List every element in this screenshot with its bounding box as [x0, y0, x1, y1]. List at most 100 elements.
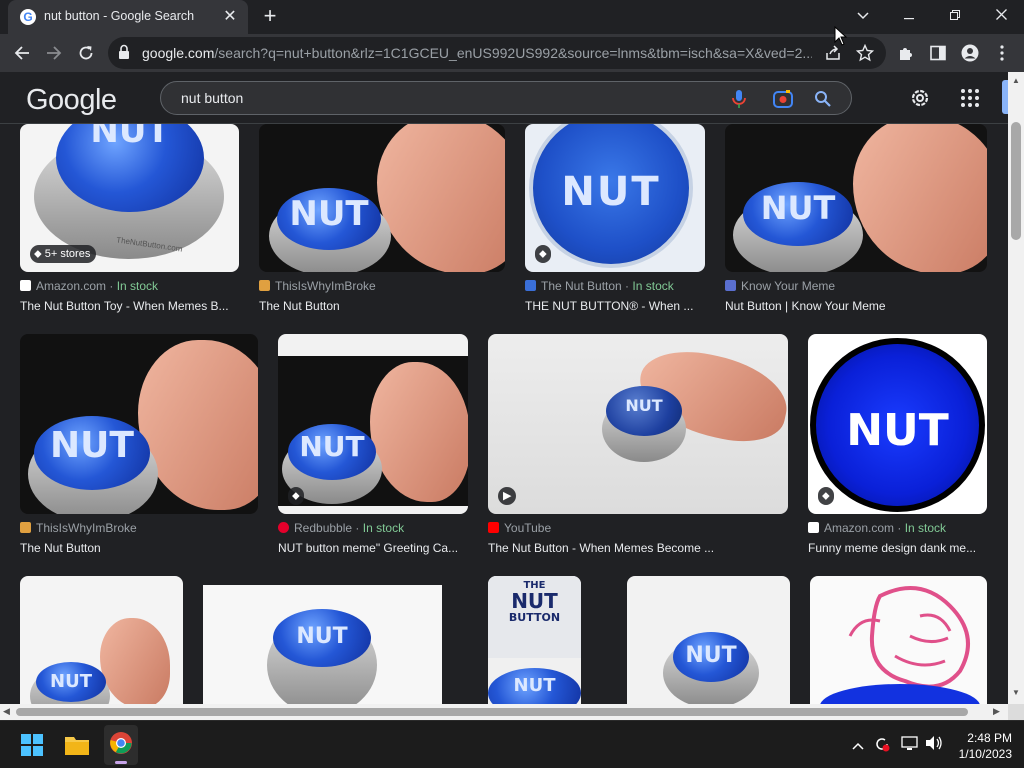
result-thumbnail[interactable]: NUT TheNutButton.com ⬥ 5+ stores [20, 124, 239, 272]
play-video-icon: ▶ [498, 487, 517, 505]
result-card[interactable]: NUT ⬥ The Nut Button · In stock THE NUT … [525, 124, 705, 324]
result-title[interactable]: Nut Button | Know Your Meme [725, 299, 987, 313]
result-card[interactable]: NUT ▶ YouTube The Nut Button - When Meme… [488, 334, 788, 564]
clock-date: 1/10/2023 [958, 747, 1012, 761]
horizontal-scrollbar[interactable]: ◀ ▶ [0, 704, 1008, 720]
volume-icon[interactable] [924, 735, 944, 755]
scroll-left-arrow-icon[interactable]: ◀ [3, 706, 10, 717]
side-panel-icon[interactable] [924, 39, 952, 67]
settings-gear-icon[interactable] [908, 86, 932, 110]
microphone-icon[interactable] [727, 87, 751, 111]
sync-alert-icon[interactable] [872, 735, 892, 755]
stock-status: In stock [904, 521, 947, 535]
hand-shape [100, 618, 170, 704]
source-sep: · [352, 521, 363, 535]
chrome-taskbar-button[interactable] [104, 725, 138, 765]
result-title[interactable]: THE NUT BUTTON® - When ... [525, 299, 705, 313]
close-tab-icon[interactable]: ✕ [220, 7, 240, 27]
knowyourmeme-favicon-icon [725, 280, 736, 291]
result-thumbnail[interactable]: NUT [203, 585, 442, 704]
profile-avatar-icon[interactable] [956, 39, 984, 67]
result-thumbnail[interactable]: NUT [627, 576, 790, 704]
result-thumbnail[interactable]: NUT [259, 124, 505, 272]
result-title[interactable]: The Nut Button Toy - When Memes B... [20, 299, 240, 313]
result-thumbnail[interactable]: NUT ⬥ [525, 124, 705, 272]
result-source[interactable]: Redbubble · In stock [278, 521, 404, 535]
browser-menu-icon[interactable] [988, 39, 1016, 67]
nut-button-shape: NUT [810, 338, 985, 512]
result-card[interactable]: NUT [203, 585, 442, 704]
result-thumbnail[interactable]: NUT [725, 124, 987, 272]
result-card[interactable]: NUT [627, 576, 790, 704]
share-icon[interactable] [824, 44, 842, 62]
new-tab-button[interactable]: + [258, 5, 282, 29]
active-tab[interactable]: G nut button - Google Search ✕ [8, 0, 248, 34]
result-source[interactable]: ThisIsWhyImBroke [259, 279, 376, 293]
windows-start-icon[interactable] [20, 733, 44, 757]
search-box[interactable]: nut button [160, 81, 852, 115]
address-bar[interactable]: google.com/search?q=nut+button&rlz=1C1GC… [108, 37, 886, 69]
result-source[interactable]: ThisIsWhyImBroke [20, 521, 137, 535]
horizontal-scroll-thumb[interactable] [16, 708, 968, 716]
close-window-icon[interactable] [978, 0, 1024, 30]
result-card[interactable]: NUT [20, 576, 183, 704]
result-card[interactable]: NUT TheNutButton.com ⬥ 5+ stores Amazon.… [20, 124, 240, 324]
scroll-down-arrow-icon[interactable]: ▼ [1012, 688, 1020, 697]
amazon-favicon-icon [808, 522, 819, 533]
result-source[interactable]: Know Your Meme [725, 279, 835, 293]
tray-chevron-up-icon[interactable] [848, 735, 868, 755]
file-explorer-icon[interactable] [64, 733, 90, 757]
nut-label: NUT [299, 430, 365, 463]
vertical-scroll-thumb[interactable] [1011, 122, 1021, 240]
result-thumbnail[interactable] [810, 576, 987, 704]
result-card[interactable]: NUT ⬥ Amazon.com · In stock Funny meme d… [808, 334, 987, 564]
scroll-up-arrow-icon[interactable]: ▲ [1012, 76, 1020, 85]
search-query[interactable]: nut button [181, 90, 243, 106]
camera-lens-icon[interactable] [771, 87, 795, 111]
result-thumbnail[interactable]: THE NUT BUTTON NUT [488, 576, 581, 704]
nut-button-shape: NUT [673, 632, 749, 682]
lock-icon[interactable] [118, 44, 130, 60]
result-title[interactable]: The Nut Button [259, 299, 505, 313]
result-thumbnail[interactable]: NUT ▶ [488, 334, 788, 514]
result-source[interactable]: YouTube [488, 521, 551, 535]
result-card[interactable]: NUT Know Your Meme Nut Button | Know You… [725, 124, 987, 324]
result-title[interactable]: Funny meme design dank me... [808, 541, 987, 555]
minimize-window-icon[interactable] [886, 0, 932, 30]
scroll-right-arrow-icon[interactable]: ▶ [993, 706, 1000, 717]
source-sep: · [894, 521, 905, 535]
back-arrow-icon[interactable] [8, 39, 36, 67]
result-thumbnail[interactable]: NUT ⬥ [808, 334, 987, 514]
tag-icon: ⬥ [34, 248, 45, 260]
system-clock[interactable]: 2:48 PM 1/10/2023 [959, 730, 1012, 762]
source-sep: · [106, 279, 117, 293]
result-thumbnail[interactable]: NUT [20, 334, 258, 514]
network-icon[interactable] [900, 735, 920, 755]
vertical-scrollbar[interactable]: ▲ ▼ [1008, 72, 1024, 704]
reload-icon[interactable] [72, 39, 100, 67]
result-title[interactable]: The Nut Button - When Memes Become ... [488, 541, 788, 555]
result-card[interactable]: NUT ⬥ Redbubble · In stock NUT button me… [278, 334, 468, 564]
result-source[interactable]: The Nut Button · In stock [525, 279, 674, 293]
search-icon[interactable] [811, 87, 835, 111]
result-thumbnail[interactable]: NUT ⬥ [278, 334, 468, 514]
result-thumbnail[interactable]: NUT [20, 576, 183, 704]
google-logo[interactable]: Google [26, 84, 117, 117]
google-favicon-icon: G [20, 9, 36, 25]
nutbutton-favicon-icon [525, 280, 536, 291]
restore-window-icon[interactable] [932, 0, 978, 30]
result-title[interactable]: The Nut Button [20, 541, 258, 555]
clock-time: 2:48 PM [967, 731, 1012, 745]
google-apps-grid-icon[interactable] [958, 86, 982, 110]
result-card[interactable]: NUT ThisIsWhyImBroke The Nut Button [20, 334, 258, 564]
result-card[interactable]: NUT ThisIsWhyImBroke The Nut Button [259, 124, 505, 324]
result-card[interactable] [810, 576, 987, 704]
result-source[interactable]: Amazon.com · In stock [20, 279, 158, 293]
result-title[interactable]: NUT button meme" Greeting Ca... [278, 541, 468, 555]
nut-label: NUT [846, 405, 949, 456]
result-card[interactable]: THE NUT BUTTON NUT [488, 576, 581, 704]
extensions-puzzle-icon[interactable] [892, 39, 920, 67]
result-source[interactable]: Amazon.com · In stock [808, 521, 946, 535]
bookmark-star-icon[interactable] [855, 43, 875, 62]
forward-arrow-icon[interactable] [40, 39, 68, 67]
